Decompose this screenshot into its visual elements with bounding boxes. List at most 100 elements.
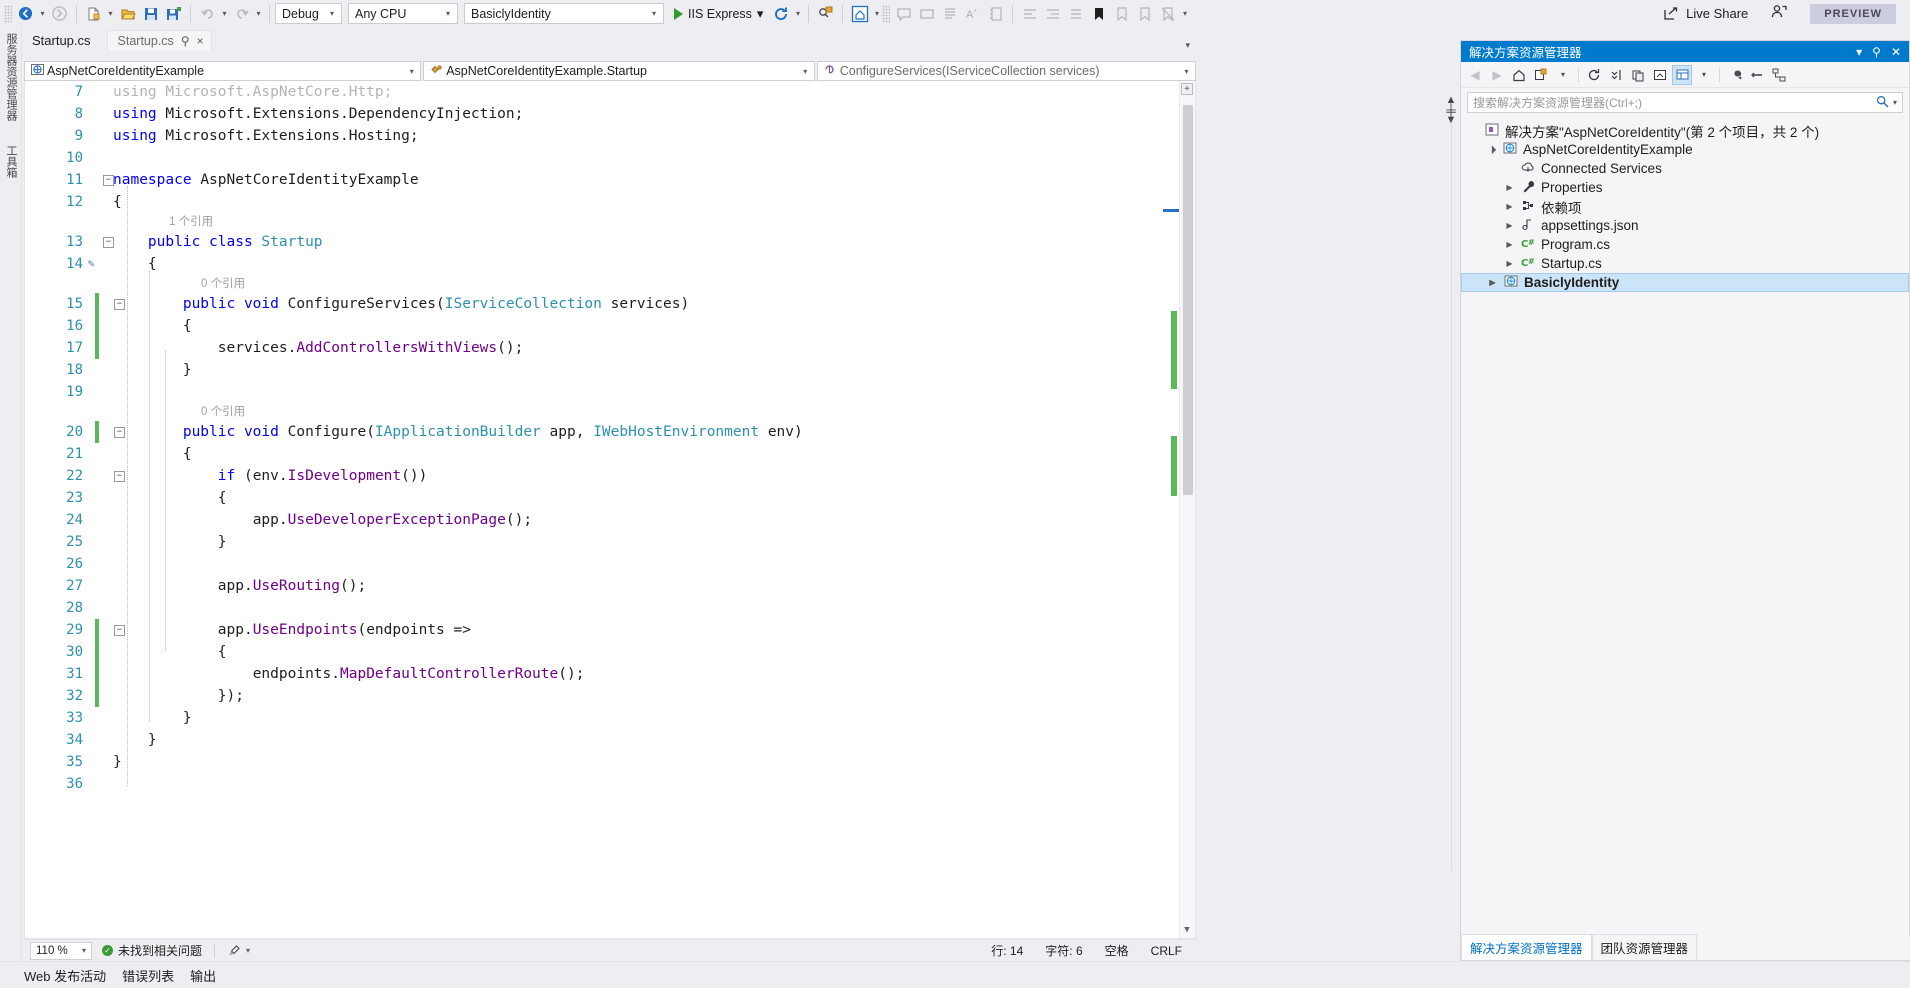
bookmark-icon[interactable] (1087, 3, 1110, 25)
codelens-reference-count[interactable]: 0 个引用 (25, 275, 1195, 293)
tree-item[interactable]: ▶Properties (1461, 178, 1909, 197)
code-line[interactable]: 28 (25, 597, 1195, 619)
toolbar-grip[interactable] (882, 5, 890, 23)
properties-window-icon[interactable] (1725, 65, 1745, 85)
code-line[interactable]: 12{ (25, 191, 1195, 213)
comment-selection-icon[interactable] (1064, 3, 1087, 25)
pending-changes-icon[interactable] (1531, 65, 1551, 85)
code-line[interactable]: 32 }); (25, 685, 1195, 707)
save-icon[interactable] (139, 3, 162, 25)
chevron-down-icon[interactable]: ▾ (1180, 67, 1193, 76)
hot-reload-dropdown-icon[interactable]: ▾ (792, 3, 803, 25)
tree-item[interactable]: ▶appsettings.json (1461, 216, 1909, 235)
navigate-back-dropdown-icon[interactable]: ▾ (37, 3, 48, 25)
codelens-reference-count[interactable]: 1 个引用 (25, 213, 1195, 231)
properties-icon[interactable] (1672, 65, 1692, 85)
splitter-handle[interactable]: ▲ ╪ ▼ (1444, 96, 1458, 126)
code-lines[interactable]: 7using Microsoft.AspNetCore.Http;8using … (25, 81, 1195, 795)
live-share-button[interactable]: Live Share (1663, 5, 1748, 22)
close-icon[interactable]: ✕ (1891, 45, 1901, 59)
code-line[interactable]: 35} (25, 751, 1195, 773)
chevron-down-icon[interactable]: ▾ (799, 67, 812, 76)
scrollbar-thumb[interactable] (1183, 105, 1193, 495)
toolbar-overflow-icon[interactable]: ▾ (1179, 3, 1190, 25)
live-preview-dropdown-icon[interactable]: ▾ (871, 3, 882, 25)
clear-bookmarks-icon[interactable] (1156, 3, 1179, 25)
collapse-all-icon[interactable] (1606, 65, 1626, 85)
font-size-icon[interactable]: A* (961, 3, 984, 25)
tab-output[interactable]: 输出 (190, 966, 216, 985)
code-line[interactable]: 8using Microsoft.Extensions.DependencyIn… (25, 103, 1195, 125)
pin-icon[interactable]: ⚲ (1872, 45, 1881, 59)
expander-icon[interactable]: ▶ (1486, 278, 1499, 287)
expander-icon[interactable]: ▶ (1503, 183, 1516, 192)
breadcrumb-member-select[interactable]: ConfigureServices(IServiceCollection ser… (817, 61, 1196, 81)
platform-select[interactable]: Any CPU ▾ (348, 3, 458, 24)
split-view-icon[interactable]: + (1181, 83, 1193, 95)
new-file-icon[interactable] (82, 3, 105, 25)
code-line[interactable]: 17 services.AddControllersWithViews(); (25, 337, 1195, 359)
edit-glyph-icon[interactable]: ✎ (85, 253, 97, 275)
code-editor[interactable]: 7using Microsoft.AspNetCore.Http;8using … (24, 81, 1196, 939)
code-line[interactable]: 22− if (env.IsDevelopment()) (25, 465, 1195, 487)
code-line[interactable]: 7using Microsoft.AspNetCore.Http; (25, 81, 1195, 103)
tree-item[interactable]: ▶C#Startup.cs (1461, 254, 1909, 273)
search-solution-icon[interactable] (814, 3, 837, 25)
undo-dropdown-icon[interactable]: ▾ (219, 3, 230, 25)
forward-icon[interactable]: ▶ (1487, 65, 1507, 85)
panel-menu-icon[interactable]: ▾ (1856, 45, 1862, 59)
code-line[interactable]: 14✎ { (25, 253, 1195, 275)
comment-icon[interactable] (892, 3, 915, 25)
code-line[interactable]: 20− public void Configure(IApplicationBu… (25, 421, 1195, 443)
redo-dropdown-icon[interactable]: ▾ (253, 3, 264, 25)
breadcrumb-type-select[interactable]: AspNetCoreIdentityExample.Startup ▾ (423, 61, 815, 81)
hot-reload-icon[interactable] (769, 3, 792, 25)
chevron-down-icon[interactable]: ▾ (1893, 98, 1897, 107)
code-line[interactable]: 16 { (25, 315, 1195, 337)
code-line[interactable]: 31 endpoints.MapDefaultControllerRoute()… (25, 663, 1195, 685)
code-line[interactable]: 23 { (25, 487, 1195, 509)
view-class-diagram-icon[interactable] (1769, 65, 1789, 85)
refresh-icon[interactable] (1584, 65, 1604, 85)
tree-item[interactable]: ▶BasiclyIdentity (1461, 273, 1909, 292)
previous-bookmark-icon[interactable] (1133, 3, 1156, 25)
code-line[interactable]: 13− public class Startup (25, 231, 1195, 253)
code-cleanup-button[interactable]: ▾ (227, 944, 250, 958)
chevron-down-icon[interactable]: ▾ (1553, 65, 1573, 85)
solution-tree[interactable]: 解决方案"AspNetCoreIdentity"(第 2 个项目，共 2 个)◢… (1461, 117, 1909, 292)
chevron-down-icon[interactable]: ▾ (647, 9, 661, 18)
preview-selected-items-icon[interactable] (1650, 65, 1670, 85)
code-line[interactable]: 36 (25, 773, 1195, 795)
startup-project-select[interactable]: BasiclyIdentity ▾ (464, 3, 664, 24)
open-file-icon[interactable] (116, 3, 139, 25)
redo-icon[interactable] (230, 3, 253, 25)
configuration-select[interactable]: Debug ▾ (275, 3, 342, 24)
chevron-down-icon[interactable]: ▾ (82, 946, 89, 955)
code-line[interactable]: 11−namespace AspNetCoreIdentityExample (25, 169, 1195, 191)
code-line[interactable]: 10 (25, 147, 1195, 169)
outdent-icon[interactable] (1041, 3, 1064, 25)
navigate-back-icon[interactable] (14, 3, 37, 25)
issues-status[interactable]: ✓ 未找到相关问题 (102, 942, 202, 959)
back-icon[interactable]: ◀ (1465, 65, 1485, 85)
breadcrumb-project-select[interactable]: AspNetCoreIdentityExample ▾ (24, 61, 421, 81)
close-icon[interactable]: × (197, 34, 204, 48)
tree-item[interactable]: ▶依赖项 (1461, 197, 1909, 216)
zoom-level-select[interactable]: 110 % ▾ (30, 942, 92, 960)
search-input[interactable]: 搜索解决方案资源管理器(Ctrl+;) ▾ (1467, 92, 1903, 113)
account-icon[interactable] (1770, 3, 1788, 24)
expander-icon[interactable]: ▶ (1503, 259, 1516, 268)
chevron-down-icon[interactable]: ▾ (405, 67, 418, 76)
code-line[interactable]: 33 } (25, 707, 1195, 729)
tree-item[interactable]: 解决方案"AspNetCoreIdentity"(第 2 个项目，共 2 个) (1461, 121, 1909, 140)
code-line[interactable]: 18 } (25, 359, 1195, 381)
code-line[interactable]: 21 { (25, 443, 1195, 465)
toolbar-grip[interactable] (4, 5, 12, 23)
toggle-outlining-icon[interactable] (984, 3, 1007, 25)
chevron-down-icon[interactable]: ▾ (757, 6, 764, 22)
next-bookmark-icon[interactable] (1110, 3, 1133, 25)
search-icon[interactable] (1876, 95, 1889, 111)
code-line[interactable]: 34 } (25, 729, 1195, 751)
scroll-down-icon[interactable]: ▼ (1181, 925, 1193, 935)
chevron-down-icon[interactable]: ▾ (325, 9, 339, 18)
